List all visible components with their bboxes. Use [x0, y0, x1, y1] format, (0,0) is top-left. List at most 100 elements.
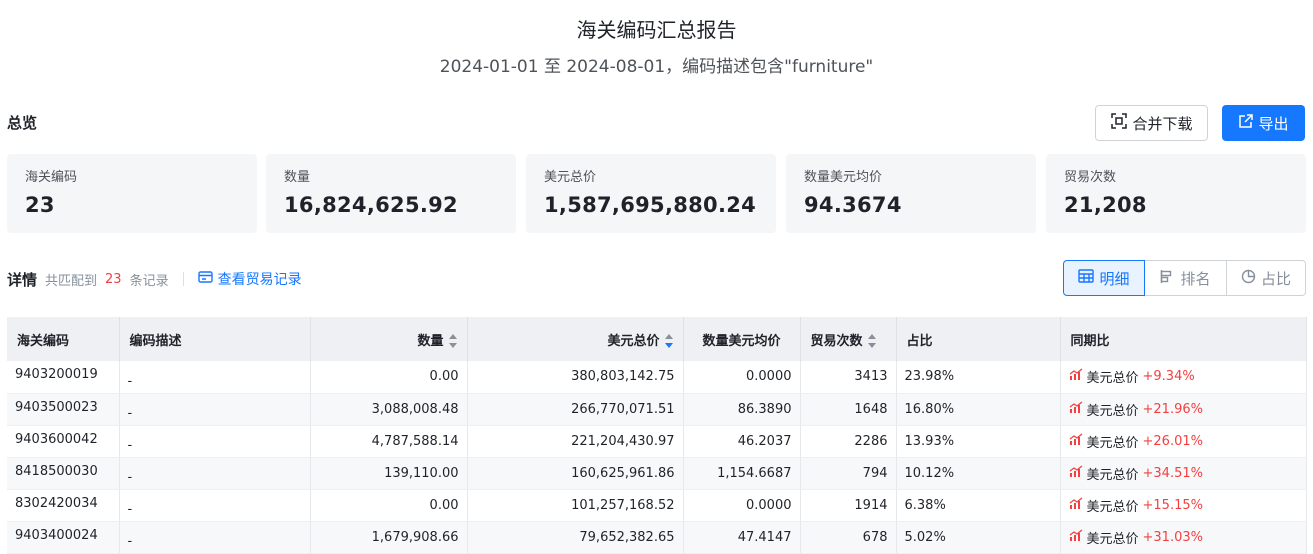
- table-row[interactable]: 9403400024 - 1,679,908.66 79,652,382.65 …: [7, 521, 1307, 554]
- report-title: 海关编码汇总报告: [576, 18, 737, 42]
- cell-avg-price: 47.4147: [683, 521, 801, 554]
- report-subtitle: 2024-01-01 至 2024-08-01，编码描述包含"furniture…: [439, 57, 874, 77]
- cell-hs-code: 9403500023: [7, 393, 120, 426]
- stat-value: 94.3674: [804, 193, 902, 217]
- cell-quantity: 139,110.00: [310, 457, 468, 490]
- hs-code-table: 海关编码 编码描述 数量 美元总价 数量美元均价 贸易次数 占比 同期比 940…: [7, 317, 1307, 554]
- sort-icon: [867, 334, 876, 348]
- trade-record-icon: [197, 270, 213, 288]
- stat-label: 数量美元均价: [804, 170, 883, 185]
- cell-usd-total: 380,803,142.75: [467, 361, 684, 394]
- cell-usd-total: 266,770,071.51: [467, 393, 684, 426]
- cell-trade-count: 794: [800, 457, 897, 490]
- stat-label: 海关编码: [25, 170, 78, 185]
- cell-avg-price: 46.2037: [683, 425, 801, 458]
- stat-label: 数量: [284, 170, 311, 185]
- trend-chart-icon: [1069, 496, 1083, 514]
- cell-description: -: [119, 489, 311, 522]
- cell-share: 6.38%: [896, 489, 1061, 522]
- sort-icon: [448, 334, 457, 348]
- view-trades-label: 查看贸易记录: [217, 272, 302, 288]
- cell-hs-code: 9403600042: [7, 425, 120, 458]
- stat-value: 21,208: [1064, 193, 1147, 217]
- cell-description: -: [119, 393, 311, 426]
- export-button[interactable]: 导出: [1222, 105, 1305, 141]
- col-description: 编码描述: [119, 317, 311, 361]
- cell-share: 16.80%: [896, 393, 1061, 426]
- view-tab-ranking[interactable]: 排名: [1145, 260, 1227, 296]
- external-link-icon: [1238, 113, 1254, 133]
- cell-trade-count: 678: [800, 521, 897, 554]
- view-tab-label: 占比: [1260, 269, 1291, 288]
- cell-yoy: 美元总价 +34.51%: [1060, 457, 1307, 490]
- cell-usd-total: 101,257,168.52: [467, 489, 684, 522]
- yoy-label: 美元总价: [1086, 531, 1139, 547]
- yoy-label: 美元总价: [1086, 403, 1139, 419]
- yoy-value: +26.01%: [1142, 433, 1203, 449]
- yoy-value: +15.15%: [1142, 497, 1203, 513]
- view-tab-detail[interactable]: 明细: [1063, 260, 1145, 296]
- table-row[interactable]: 8302420034 - 0.00 101,257,168.52 0.0000 …: [7, 489, 1307, 522]
- cell-quantity: 3,088,008.48: [310, 393, 468, 426]
- table-row[interactable]: 9403600042 - 4,787,588.14 221,204,430.97…: [7, 425, 1307, 458]
- merge-download-button[interactable]: 合并下载: [1095, 105, 1208, 141]
- cell-yoy: 美元总价 +15.15%: [1060, 489, 1307, 522]
- table-icon: [1078, 269, 1095, 287]
- yoy-value: +31.03%: [1142, 529, 1203, 545]
- cell-yoy: 美元总价 +26.01%: [1060, 425, 1307, 458]
- cell-avg-price: 0.0000: [683, 361, 801, 394]
- yoy-label: 美元总价: [1086, 371, 1139, 387]
- cell-quantity: 4,787,588.14: [310, 425, 468, 458]
- view-tab-label: 明细: [1099, 269, 1130, 288]
- stat-card-usd-total: 美元总价 1,587,695,880.24: [526, 154, 776, 233]
- col-trade-count[interactable]: 贸易次数: [800, 317, 897, 361]
- cell-quantity: 0.00: [310, 489, 468, 522]
- overview-heading: 总览: [7, 114, 38, 132]
- col-usd-total[interactable]: 美元总价: [467, 317, 684, 361]
- yoy-label: 美元总价: [1086, 435, 1139, 451]
- cell-avg-price: 1,154.6687: [683, 457, 801, 490]
- cell-avg-price: 0.0000: [683, 489, 801, 522]
- cell-yoy: 美元总价 +21.96%: [1060, 393, 1307, 426]
- cell-hs-code: 8418500030: [7, 457, 120, 490]
- cell-description: -: [119, 425, 311, 458]
- yoy-label: 美元总价: [1086, 499, 1139, 515]
- cell-description: -: [119, 457, 311, 490]
- cell-avg-price: 86.3890: [683, 393, 801, 426]
- detail-header: 详情 共匹配到 23 条记录 查看贸易记录: [7, 268, 302, 290]
- pie-chart-icon: [1241, 269, 1256, 288]
- merge-icon: [1110, 112, 1128, 134]
- view-tab-share[interactable]: 占比: [1227, 260, 1306, 296]
- table-row[interactable]: 9403200019 - 0.00 380,803,142.75 0.0000 …: [7, 361, 1307, 394]
- trend-chart-icon: [1069, 432, 1083, 450]
- trend-chart-icon: [1069, 400, 1083, 418]
- yoy-label: 美元总价: [1086, 467, 1139, 483]
- view-trades-link[interactable]: 查看贸易记录: [197, 269, 302, 289]
- cell-trade-count: 1648: [800, 393, 897, 426]
- cell-description: -: [119, 521, 311, 554]
- col-avg-price: 数量美元均价: [683, 317, 801, 361]
- col-quantity[interactable]: 数量: [310, 317, 468, 361]
- matched-prefix: 共匹配到: [45, 273, 98, 289]
- table-header-row: 海关编码 编码描述 数量 美元总价 数量美元均价 贸易次数 占比 同期比: [7, 317, 1307, 361]
- cell-description: -: [119, 361, 311, 394]
- cell-share: 13.93%: [896, 425, 1061, 458]
- cell-share: 10.12%: [896, 457, 1061, 490]
- cell-quantity: 0.00: [310, 361, 468, 394]
- export-label: 导出: [1258, 114, 1289, 133]
- view-tab-label: 排名: [1180, 269, 1211, 288]
- table-row[interactable]: 8418500030 - 139,110.00 160,625,961.86 1…: [7, 457, 1307, 490]
- trend-chart-icon: [1069, 464, 1083, 482]
- matched-suffix: 条记录: [129, 273, 169, 289]
- yoy-value: +21.96%: [1142, 401, 1203, 417]
- trend-chart-icon: [1069, 368, 1083, 385]
- col-yoy: 同期比: [1060, 317, 1307, 361]
- trend-chart-icon: [1069, 528, 1083, 546]
- stat-card-avg-price: 数量美元均价 94.3674: [786, 154, 1036, 233]
- table-row[interactable]: 9403500023 - 3,088,008.48 266,770,071.51…: [7, 393, 1307, 426]
- col-hs-code: 海关编码: [7, 317, 120, 361]
- yoy-value: +34.51%: [1142, 465, 1203, 481]
- merge-download-label: 合并下载: [1132, 114, 1193, 133]
- stat-value: 1,587,695,880.24: [544, 193, 757, 217]
- cell-usd-total: 221,204,430.97: [467, 425, 684, 458]
